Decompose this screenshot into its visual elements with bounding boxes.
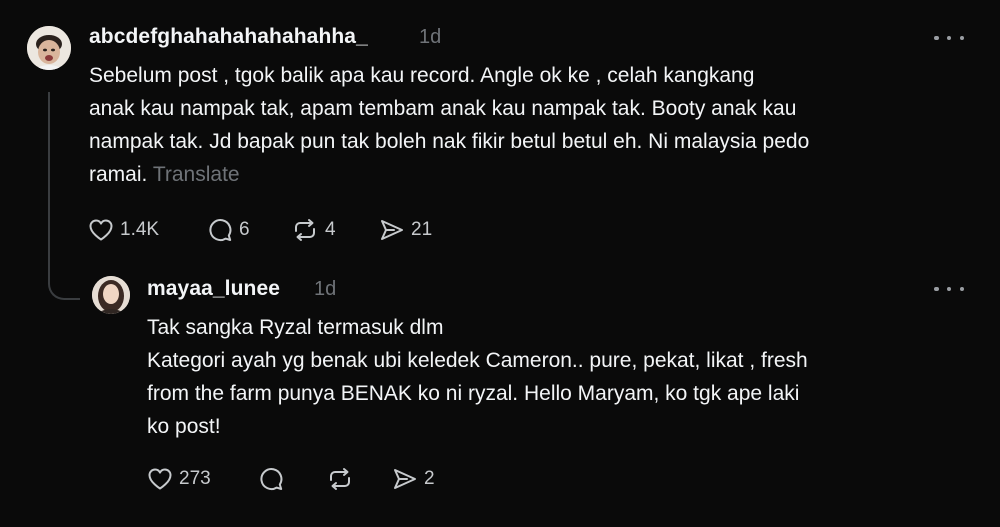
share-button[interactable]: 2 (392, 467, 435, 491)
comment-line: anak kau nampak tak, apam tembam anak ka… (89, 97, 797, 120)
more-options-icon[interactable] (934, 284, 964, 294)
like-button[interactable]: 273 (147, 467, 211, 491)
repost-icon (295, 219, 315, 241)
heart-icon (148, 468, 172, 490)
reply-text: Tak sangka Ryzal termasuk dlm Kategori a… (147, 311, 808, 443)
more-options-icon[interactable] (934, 33, 964, 43)
like-button[interactable]: 1.4K (88, 218, 159, 242)
share-button[interactable]: 21 (379, 218, 432, 242)
reply-line: Tak sangka Ryzal termasuk dlm (147, 316, 444, 339)
username[interactable]: mayaa_lunee (147, 277, 280, 301)
comment-line: ramai. (89, 163, 148, 186)
like-count: 1.4K (120, 219, 160, 240)
repost-count: 4 (325, 219, 336, 240)
repost-button[interactable]: 4 (291, 218, 336, 242)
reply-post: mayaa_lunee 1d Tak sangka Ryzal termasuk… (0, 262, 1000, 527)
reply-line: Kategori ayah yg benak ubi keledek Camer… (147, 349, 808, 372)
comment-post: abcdefghahahahahahahha_ 1d Sebelum post … (0, 0, 1000, 260)
comment-icon (260, 468, 283, 491)
send-icon (394, 469, 416, 489)
reply-count: 6 (239, 219, 250, 240)
share-count: 2 (424, 468, 435, 489)
comment-icon (209, 219, 232, 242)
avatar-image (27, 26, 71, 70)
share-count: 21 (411, 219, 433, 240)
repost-icon (330, 468, 350, 490)
reply-line: ko post! (147, 415, 221, 438)
heart-icon (89, 219, 113, 241)
comment-text: Sebelum post , tgok balik apa kau record… (89, 59, 809, 191)
like-count: 273 (179, 468, 211, 489)
reply-line: from the farm punya BENAK ko ni ryzal. H… (147, 382, 800, 405)
reply-button[interactable] (258, 467, 284, 491)
send-icon (381, 220, 403, 240)
reply-button[interactable]: 6 (207, 218, 250, 242)
avatar[interactable] (92, 276, 130, 314)
timestamp: 1d (314, 278, 337, 300)
comment-line: Sebelum post , tgok balik apa kau record… (89, 64, 755, 87)
avatar[interactable] (27, 26, 71, 70)
username[interactable]: abcdefghahahahahahahha_ (89, 25, 368, 49)
repost-button[interactable] (326, 467, 354, 491)
translate-link[interactable]: Translate (153, 163, 240, 186)
avatar-image (92, 276, 130, 314)
comment-line: nampak tak. Jd bapak pun tak boleh nak f… (89, 130, 810, 153)
timestamp: 1d (419, 26, 442, 48)
